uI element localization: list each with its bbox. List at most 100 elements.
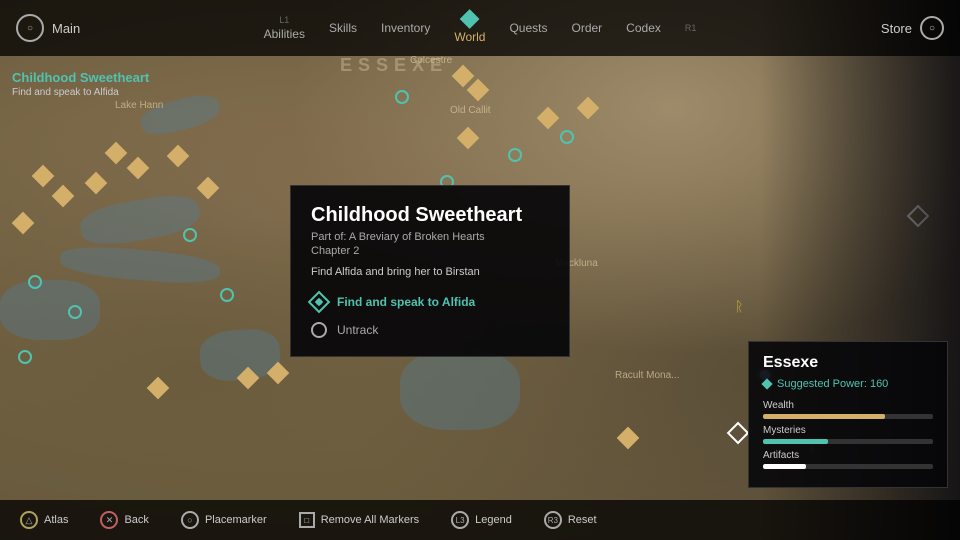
region-power-text: Suggested Power: 160 xyxy=(777,378,888,390)
wealth-marker xyxy=(577,97,600,120)
nav-quests[interactable]: Quests xyxy=(509,21,547,35)
quest-chapter: Chapter 2 xyxy=(311,245,549,257)
region-name: Essexe xyxy=(763,354,933,372)
location-racult: Racult Mona... xyxy=(615,370,679,381)
water-body xyxy=(137,90,222,140)
quest-description: Find Alfida and bring her to Birstan xyxy=(311,265,549,280)
world-active-icon xyxy=(460,9,480,29)
skills-label: Skills xyxy=(329,21,357,35)
legend-button[interactable]: L3 Legend xyxy=(451,511,512,529)
wealth-marker xyxy=(147,377,170,400)
reset-icon: R3 xyxy=(544,511,562,529)
quest-title: Childhood Sweetheart xyxy=(311,204,549,227)
mysteries-label: Mysteries xyxy=(763,425,933,436)
store-label: Store xyxy=(881,21,912,36)
wealth-marker xyxy=(85,172,108,195)
wealth-marker xyxy=(12,212,35,235)
back-label: Back xyxy=(124,514,148,526)
abilities-label: Abilities xyxy=(264,27,305,41)
quest-step-label: Find and speak to Alfida xyxy=(337,295,475,309)
quest-part: Part of: A Breviary of Broken Hearts xyxy=(311,231,549,243)
mysteries-bar-fill xyxy=(763,439,828,444)
store-icon: ○ xyxy=(920,16,944,40)
wealth-bar-bg xyxy=(763,414,933,419)
main-menu-icon: ○ xyxy=(16,14,44,42)
atlas-button[interactable]: △ Atlas xyxy=(20,511,68,529)
atlas-icon: △ xyxy=(20,511,38,529)
legend-label: Legend xyxy=(475,514,512,526)
water-body xyxy=(59,243,221,287)
nav-abilities[interactable]: L1 Abilities xyxy=(264,15,305,41)
wealth-marker xyxy=(452,65,475,88)
mysteries-bar-bg xyxy=(763,439,933,444)
artifacts-bar-fill xyxy=(763,464,806,469)
wealth-marker xyxy=(197,177,220,200)
main-label: Main xyxy=(52,21,80,36)
nav-r1: R1 xyxy=(685,23,697,33)
water-body xyxy=(400,350,520,430)
nav-order[interactable]: Order xyxy=(571,21,602,35)
region-panel: Essexe Suggested Power: 160 Wealth Myste… xyxy=(748,341,948,488)
wealth-marker xyxy=(167,145,190,168)
untrack-button[interactable]: Untrack xyxy=(311,322,549,338)
location-oldcallit: Old Callit xyxy=(450,105,491,116)
reset-button[interactable]: R3 Reset xyxy=(544,511,597,529)
nav-left[interactable]: ○ Main xyxy=(16,14,80,42)
codex-label: Codex xyxy=(626,21,661,35)
wealth-marker xyxy=(537,107,560,130)
wealth-bar-fill xyxy=(763,414,885,419)
water-body xyxy=(77,190,202,250)
back-icon: ✕ xyxy=(100,511,118,529)
legend-icon: L3 xyxy=(451,511,469,529)
quest-popup: Childhood Sweetheart Part of: A Breviary… xyxy=(290,185,570,357)
quest-active-step[interactable]: Find and speak to Alfida xyxy=(311,294,549,310)
nav-center: L1 Abilities Skills Inventory World Ques… xyxy=(264,12,697,44)
sync-point xyxy=(907,205,930,228)
power-icon xyxy=(761,378,772,389)
remove-all-label: Remove All Markers xyxy=(321,514,419,526)
wealth-marker xyxy=(32,165,55,188)
order-label: Order xyxy=(571,21,602,35)
abilities-hint: L1 xyxy=(279,15,289,25)
artifacts-stat: Artifacts xyxy=(763,450,933,469)
inventory-label: Inventory xyxy=(381,21,430,35)
mystery-marker xyxy=(560,130,574,144)
wealth-label: Wealth xyxy=(763,400,933,411)
remove-all-icon: □ xyxy=(299,512,315,528)
quest-side-subtitle: Find and speak to Alfida xyxy=(12,87,149,98)
quest-side-panel: Childhood Sweetheart Find and speak to A… xyxy=(12,70,149,98)
nav-world[interactable]: World xyxy=(454,12,485,44)
wealth-marker xyxy=(617,427,640,450)
sync-point xyxy=(727,422,750,445)
artifacts-label: Artifacts xyxy=(763,450,933,461)
wealth-marker xyxy=(105,142,128,165)
mysteries-stat: Mysteries xyxy=(763,425,933,444)
bottom-bar: △ Atlas ✕ Back ○ Placemarker □ Remove Al… xyxy=(0,500,960,540)
wealth-marker xyxy=(52,185,75,208)
world-label: World xyxy=(454,30,485,44)
quest-side-title: Childhood Sweetheart xyxy=(12,70,149,85)
atlas-label: Atlas xyxy=(44,514,68,526)
nav-inventory[interactable]: Inventory xyxy=(381,21,430,35)
nav-right[interactable]: Store ○ xyxy=(881,16,944,40)
region-power: Suggested Power: 160 xyxy=(763,378,933,390)
nav-codex[interactable]: Codex xyxy=(626,21,661,35)
mystery-marker xyxy=(220,288,234,302)
nav-skills[interactable]: Skills xyxy=(329,21,357,35)
wealth-marker xyxy=(457,127,480,150)
artifacts-bar-bg xyxy=(763,464,933,469)
wealth-stat: Wealth xyxy=(763,400,933,419)
top-navigation: ○ Main L1 Abilities Skills Inventory Wor… xyxy=(0,0,960,56)
region-label: Essexe xyxy=(340,55,448,76)
back-button[interactable]: ✕ Back xyxy=(100,511,148,529)
placemarker-label: Placemarker xyxy=(205,514,267,526)
mystery-marker xyxy=(18,350,32,364)
untrack-label: Untrack xyxy=(337,323,378,337)
mystery-marker xyxy=(395,90,409,104)
placemarker-button[interactable]: ○ Placemarker xyxy=(181,511,267,529)
quest-step-icon xyxy=(308,291,331,314)
placemarker-icon: ○ xyxy=(181,511,199,529)
water-body xyxy=(0,280,100,340)
remove-all-button[interactable]: □ Remove All Markers xyxy=(299,512,419,528)
wealth-marker xyxy=(127,157,150,180)
